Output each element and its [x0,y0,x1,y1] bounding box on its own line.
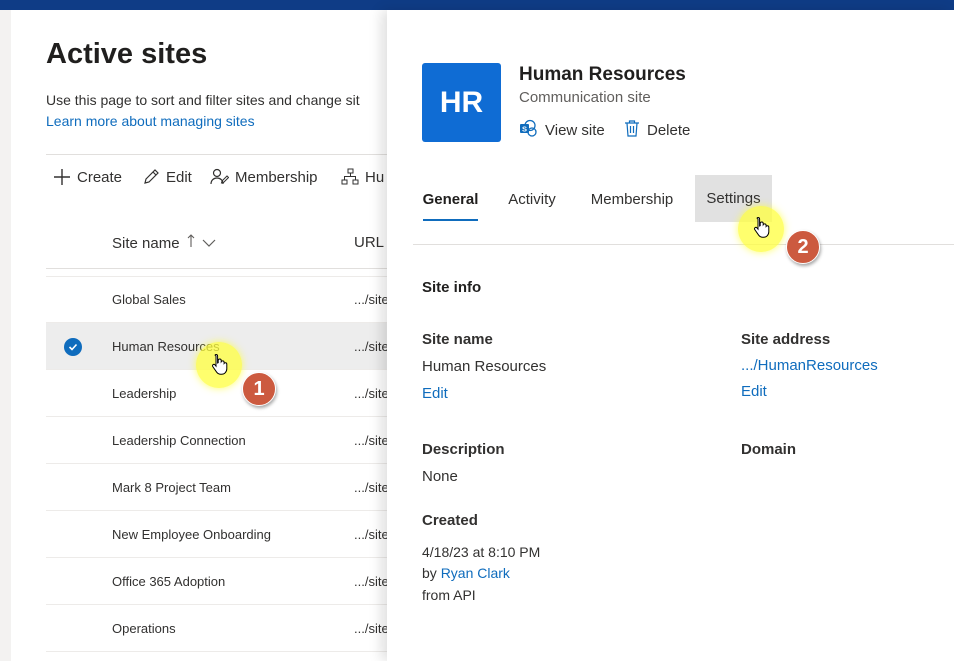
view-site-label: View site [545,122,605,139]
page-title: Active sites [46,38,208,70]
header-divider [46,268,387,269]
site-name-value: Human Resources [422,358,547,375]
svg-text:S: S [522,124,527,133]
site-name-cell: Office 365 Adoption [112,574,226,589]
table-row[interactable]: New Employee Onboarding .../site [46,511,387,558]
panel-site-type: Communication site [519,89,651,106]
url-header-label: URL [354,234,385,251]
hub-icon [341,168,359,186]
hub-label: Hu [365,168,385,186]
site-address-edit-link[interactable]: Edit [741,383,767,400]
tab-activity[interactable]: Activity [506,176,558,222]
site-name-edit-link[interactable]: Edit [422,385,448,402]
sharepoint-icon: S [519,119,538,142]
learn-more-link[interactable]: Learn more about managing sites [46,113,255,129]
url-cell: .../site [354,339,387,354]
pencil-icon [142,168,160,186]
left-rail [0,10,11,661]
site-info-heading: Site info [422,279,482,296]
membership-label: Membership [235,168,318,186]
created-by-prefix: by [422,565,437,581]
step-marker-2: 2 [786,230,820,264]
tab-membership[interactable]: Membership [588,176,676,222]
url-cell: .../site [354,621,387,636]
table-row[interactable]: Operations .../site [46,605,387,652]
site-name-label: Site name [422,331,493,348]
site-name-cell: Global Sales [112,292,186,307]
edit-label: Edit [166,168,192,186]
page-description: Use this page to sort and filter sites a… [46,92,360,108]
active-sites-page: Active sites Use this page to sort and f… [11,10,387,661]
site-details-panel: HR Human Resources Communication site S … [387,10,954,661]
plus-icon [53,168,71,186]
step-marker-1: 1 [242,372,276,406]
created-by-line: by Ryan Clark [422,565,510,581]
table-row[interactable]: Global Sales .../site [46,276,387,323]
url-cell: .../site [354,480,387,495]
created-from: from API [422,587,476,603]
url-column-header[interactable]: URL [354,234,384,251]
domain-label: Domain [741,441,797,458]
site-name-cell: New Employee Onboarding [112,527,271,542]
description-value: None [422,468,458,485]
edit-button[interactable]: Edit [142,168,192,186]
view-site-button[interactable]: S View site [519,119,605,142]
description-label: Description [422,441,505,458]
tab-general[interactable]: General [423,176,478,222]
created-label: Created [422,512,478,529]
hand-cursor-icon [212,353,228,375]
trash-icon [624,119,640,142]
delete-button[interactable]: Delete [624,119,690,142]
create-button[interactable]: Create [53,168,122,186]
url-cell: .../site [354,527,387,542]
created-date: 4/18/23 at 8:10 PM [422,544,541,560]
url-cell: .../site [354,386,387,401]
url-cell: .../site [354,433,387,448]
hub-button[interactable]: Hu [341,168,384,186]
chevron-down-icon [202,235,216,252]
site-logo: HR [422,63,501,142]
tab-divider [413,244,954,245]
table-row[interactable]: Mark 8 Project Team .../site [46,464,387,511]
site-address-link[interactable]: .../HumanResources [741,357,878,374]
site-name-cell: Leadership Connection [112,433,246,448]
site-name-cell: Leadership [112,386,177,401]
people-icon [209,168,229,186]
table-row[interactable]: Leadership Connection .../site [46,417,387,464]
delete-label: Delete [647,122,691,139]
checkmark-icon[interactable] [64,338,82,356]
url-cell: .../site [354,574,387,589]
command-bar-divider [46,154,387,155]
top-bar [0,0,954,10]
sort-ascending-icon [186,234,196,252]
panel-site-title: Human Resources [519,64,686,85]
url-cell: .../site [354,292,387,307]
site-name-column-header[interactable]: Site name [112,234,216,252]
hand-cursor-icon [754,216,770,238]
site-name-cell: Operations [112,621,176,636]
site-name-header-label: Site name [112,234,180,252]
site-address-label: Site address [741,331,831,348]
table-row[interactable]: Office 365 Adoption .../site [46,558,387,605]
create-label: Create [77,168,123,186]
membership-button[interactable]: Membership [209,168,318,186]
created-by-link[interactable]: Ryan Clark [441,565,510,581]
site-name-cell: Mark 8 Project Team [112,480,231,495]
